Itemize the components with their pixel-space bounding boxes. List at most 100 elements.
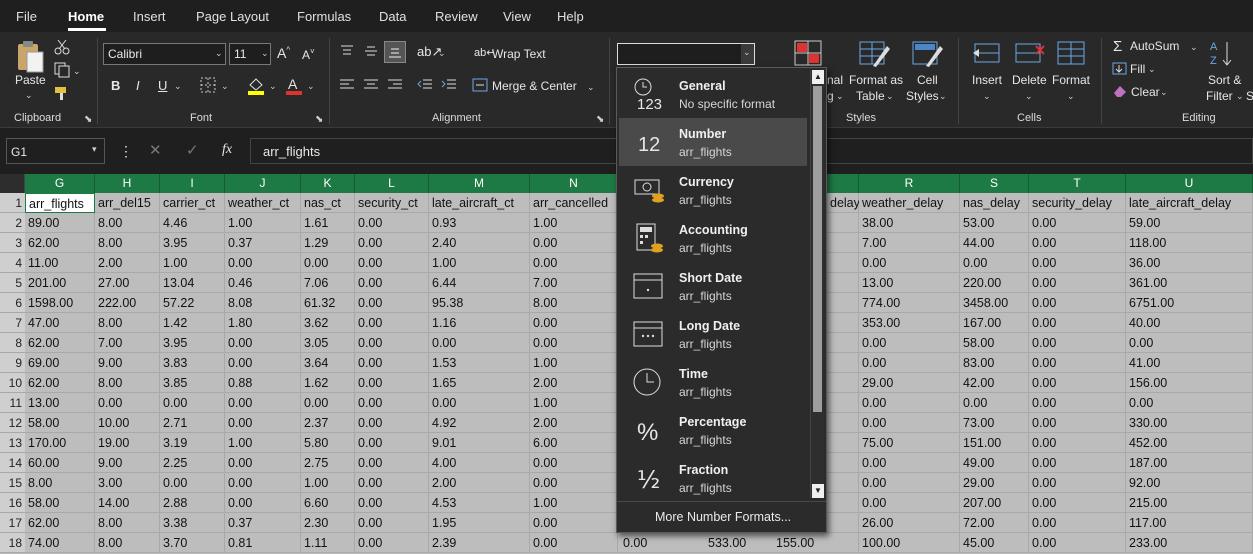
data-cell[interactable]: 44.00 xyxy=(960,233,1029,253)
data-cell[interactable]: 330.00 xyxy=(1126,413,1253,433)
data-cell[interactable]: 0.00 xyxy=(1029,233,1126,253)
tab-home[interactable]: Home xyxy=(68,9,104,24)
data-cell[interactable]: 0.00 xyxy=(355,333,429,353)
data-cell[interactable]: 3.95 xyxy=(160,233,225,253)
data-cell[interactable]: 3.85 xyxy=(160,373,225,393)
data-cell[interactable]: 5.80 xyxy=(301,433,355,453)
column-header[interactable]: N xyxy=(530,174,618,193)
data-cell[interactable]: 53.00 xyxy=(960,213,1029,233)
data-cell[interactable]: 0.00 xyxy=(530,473,618,493)
data-cell[interactable]: 3.95 xyxy=(160,333,225,353)
data-cell[interactable]: 0.00 xyxy=(355,473,429,493)
alignment-launcher-icon[interactable]: ⬊ xyxy=(596,114,604,125)
delete-cells-button[interactable]: Delete xyxy=(1012,73,1047,87)
data-cell[interactable]: 0.00 xyxy=(225,413,301,433)
data-cell[interactable]: 13.00 xyxy=(25,393,95,413)
data-cell[interactable]: 3.83 xyxy=(160,353,225,373)
data-cell[interactable]: 9.01 xyxy=(429,433,530,453)
data-cell[interactable]: 0.00 xyxy=(620,533,700,553)
data-cell[interactable]: 3.05 xyxy=(301,333,355,353)
tab-page-layout[interactable]: Page Layout xyxy=(196,9,269,24)
data-cell[interactable]: 6.60 xyxy=(301,493,355,513)
delete-chevron-icon[interactable]: ⌄ xyxy=(1025,91,1033,102)
scroll-down-icon[interactable]: ▼ xyxy=(812,484,824,498)
data-cell[interactable]: 3.00 xyxy=(95,473,160,493)
data-cell[interactable]: 72.00 xyxy=(960,513,1029,533)
header-cell[interactable]: nas_delay xyxy=(960,193,1029,213)
data-cell[interactable]: 13.04 xyxy=(160,273,225,293)
row-header[interactable]: 2 xyxy=(0,213,25,233)
data-cell[interactable]: 7.00 xyxy=(859,233,960,253)
format-item-number[interactable]: 12 Number arr_flights xyxy=(619,118,807,166)
underline-button[interactable]: U xyxy=(158,78,167,93)
data-cell[interactable]: 1.00 xyxy=(530,213,618,233)
borders-chevron-icon[interactable]: ⌄ xyxy=(221,81,229,92)
data-cell[interactable]: 1.65 xyxy=(429,373,530,393)
data-cell[interactable]: 0.00 xyxy=(355,253,429,273)
data-cell[interactable]: 38.00 xyxy=(859,213,960,233)
data-cell[interactable]: 1.42 xyxy=(160,313,225,333)
column-header[interactable]: U xyxy=(1126,174,1253,193)
data-cell[interactable]: 8.00 xyxy=(95,313,160,333)
find-select-label-partial-2[interactable]: S xyxy=(1246,89,1253,103)
row-header[interactable]: 3 xyxy=(0,233,25,253)
data-cell[interactable]: 8.00 xyxy=(95,533,160,553)
data-cell[interactable]: 207.00 xyxy=(960,493,1029,513)
data-cell[interactable]: 0.00 xyxy=(530,233,618,253)
data-cell[interactable]: 0.00 xyxy=(1029,333,1126,353)
font-size-chevron-icon[interactable]: ⌄ xyxy=(261,48,269,59)
data-cell[interactable]: 29.00 xyxy=(859,373,960,393)
data-cell[interactable]: 0.00 xyxy=(225,453,301,473)
data-cell[interactable]: 215.00 xyxy=(1126,493,1253,513)
insert-function-button[interactable]: fx xyxy=(222,142,232,158)
data-cell[interactable]: 1.62 xyxy=(301,373,355,393)
data-cell[interactable]: 0.00 xyxy=(859,493,960,513)
data-cell[interactable]: 353.00 xyxy=(859,313,960,333)
data-cell[interactable]: 4.92 xyxy=(429,413,530,433)
copy-chevron-icon[interactable]: ⌄ xyxy=(73,66,81,77)
format-as-table-label-2[interactable]: Table xyxy=(856,89,885,103)
sort-filter-label-1[interactable]: Sort & xyxy=(1208,73,1241,87)
data-cell[interactable]: 10.00 xyxy=(95,413,160,433)
format-item-time[interactable]: Time arr_flights xyxy=(619,358,807,406)
data-cell[interactable]: 0.00 xyxy=(1029,253,1126,273)
data-cell[interactable]: 1.53 xyxy=(429,353,530,373)
orientation-chevron-icon[interactable]: ⌄ xyxy=(438,48,446,59)
column-header[interactable]: K xyxy=(301,174,355,193)
paste-chevron-icon[interactable]: ⌄ xyxy=(25,90,33,101)
column-header[interactable]: J xyxy=(225,174,301,193)
data-cell[interactable]: 0.00 xyxy=(1029,453,1126,473)
header-cell[interactable]: carrier_ct xyxy=(160,193,225,213)
header-cell[interactable]: arr_cancelled xyxy=(530,193,618,213)
format-cells-icon[interactable] xyxy=(1056,40,1086,66)
data-cell[interactable]: 0.00 xyxy=(225,393,301,413)
row-header[interactable]: 1 xyxy=(0,193,25,213)
row-header[interactable]: 6 xyxy=(0,293,25,313)
borders-icon[interactable] xyxy=(200,77,216,93)
data-cell[interactable]: 6751.00 xyxy=(1126,293,1253,313)
select-all-corner[interactable] xyxy=(0,174,25,193)
format-as-table-icon[interactable] xyxy=(859,40,891,68)
cell-styles-label-1[interactable]: Cell xyxy=(917,73,938,87)
data-cell[interactable]: 4.00 xyxy=(429,453,530,473)
scroll-thumb[interactable] xyxy=(813,86,822,412)
data-cell[interactable]: 7.00 xyxy=(95,333,160,353)
data-cell[interactable]: 1.16 xyxy=(429,313,530,333)
data-cell[interactable]: 58.00 xyxy=(25,493,95,513)
data-cell[interactable]: 3458.00 xyxy=(960,293,1029,313)
data-cell[interactable]: 0.00 xyxy=(530,513,618,533)
data-cell[interactable]: 36.00 xyxy=(1126,253,1253,273)
data-cell[interactable]: 1598.00 xyxy=(25,293,95,313)
data-cell[interactable]: 201.00 xyxy=(25,273,95,293)
data-cell[interactable]: 3.70 xyxy=(160,533,225,553)
data-cell[interactable]: 2.39 xyxy=(429,533,530,553)
data-cell[interactable]: 361.00 xyxy=(1126,273,1253,293)
number-format-box[interactable] xyxy=(617,43,755,65)
insert-cells-button[interactable]: Insert xyxy=(972,73,1002,87)
data-cell[interactable]: 0.00 xyxy=(355,273,429,293)
data-cell[interactable]: 6.44 xyxy=(429,273,530,293)
column-header[interactable]: L xyxy=(355,174,429,193)
data-cell[interactable]: 1.00 xyxy=(160,253,225,273)
data-cell[interactable]: 2.71 xyxy=(160,413,225,433)
data-cell[interactable]: 0.00 xyxy=(1029,213,1126,233)
